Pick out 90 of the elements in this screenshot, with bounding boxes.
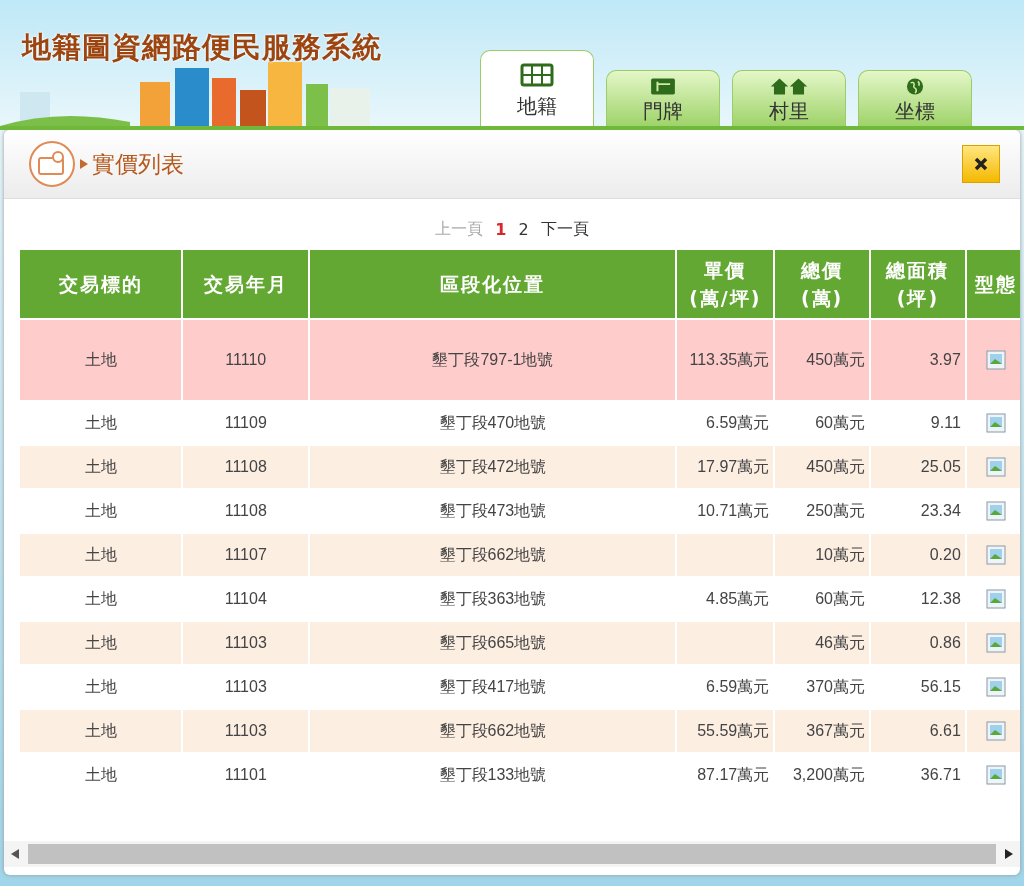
table-cell: 12.38 [920,590,961,607]
site-title: 地籍圖資網路便民服務系統 [22,29,383,66]
table-cell: 土地 [84,721,117,739]
table-cell: 墾丁段363地號 [439,589,547,607]
table-cell: 墾丁段662地號 [439,721,547,739]
table-cell: 6.61 [929,722,961,739]
table-cell: 450萬元 [806,350,865,368]
table-cell: 9.11 [930,414,961,431]
nav-tab[interactable]: 坐標 [858,70,972,126]
nav-tab[interactable]: 地籍 [480,50,594,126]
table-cell: 11108 [224,502,267,519]
table-cell: 11103 [224,722,267,739]
table-cell: 土地 [84,677,117,695]
table-cell: 11103 [224,634,267,651]
table-cell: 11109 [224,414,267,431]
table-cell: 11101 [224,766,267,783]
image-icon[interactable] [986,457,1007,477]
image-icon[interactable] [986,545,1007,565]
table-cell: 土地 [84,501,117,519]
table-cell: 60萬元 [815,413,865,431]
column-header: 區段化位置 [309,249,677,319]
image-icon[interactable] [986,413,1007,433]
table-cell: 60萬元 [815,589,865,607]
table-cell: 土地 [84,765,117,783]
triangle-icon [80,159,88,169]
table-cell: 11103 [224,678,267,695]
table-cell: 10.71萬元 [697,501,770,519]
table-cell: 36.71 [920,766,961,783]
table-cell: 11108 [224,458,267,475]
table-cell: 土地 [84,413,117,431]
table-cell: 55.59萬元 [697,721,770,739]
table-cell: 土地 [84,350,117,368]
table-cell: 11104 [224,590,267,607]
close-icon [974,157,988,171]
table-cell: 墾丁段133地號 [439,765,547,783]
table-cell: 土地 [84,589,117,607]
column-header: 交易年月 [182,249,310,319]
nav-tab[interactable]: 村里 [732,70,846,126]
page-link[interactable]: 2 [518,219,529,240]
table-cell: 17.97萬元 [697,457,770,475]
nav-tab[interactable]: 門牌 [606,70,720,126]
table-cell: 250萬元 [806,501,865,519]
scrollbar-thumb[interactable] [28,844,996,864]
table-cell: 0.86 [929,634,961,651]
column-header: 型態 [965,249,1020,319]
table-cell: 3,200萬元 [792,765,865,783]
table-cell: 墾丁段417地號 [439,677,547,695]
table-cell: 87.17萬元 [697,765,770,783]
table-cell: 6.59萬元 [706,677,770,695]
table-cell: 56.15 [920,678,961,695]
table-cell: 土地 [84,457,117,475]
table-cell: 墾丁段473地號 [439,501,547,519]
table-cell: 土地 [84,545,117,563]
table-cell: 113.35萬元 [689,350,770,368]
table-cell: 0.20 [929,546,961,563]
image-icon[interactable] [986,589,1007,609]
table-cell: 6.59萬元 [706,413,770,431]
table-cell: 4.85萬元 [706,589,770,607]
table-cell: 3.97 [929,351,961,368]
table-cell: 450萬元 [806,457,865,475]
document-search-icon [28,140,76,188]
column-header: 總價 (萬) [774,249,870,319]
table-cell: 370萬元 [806,677,865,695]
table-cell: 墾丁段470地號 [439,413,547,431]
table-cell: 土地 [84,633,117,651]
dialog-title: 實價列表 [92,149,185,179]
image-icon[interactable] [986,501,1007,521]
column-header: 總面積 (坪) [870,249,966,319]
table-cell: 10萬元 [815,545,865,563]
image-icon[interactable] [986,721,1007,741]
table-cell: 墾丁段797-1地號 [432,350,554,368]
table-cell: 46萬元 [815,633,865,651]
column-header: 單價 (萬/坪) [676,249,775,319]
image-icon[interactable] [986,677,1007,697]
next-page-link[interactable]: 下一頁 [540,219,589,240]
image-icon[interactable] [986,633,1007,653]
table-cell: 25.05 [920,458,961,475]
map-icon [520,63,554,87]
table-cell: 367萬元 [806,721,865,739]
page-link[interactable]: 1 [495,219,507,240]
image-icon[interactable] [986,350,1007,370]
table-cell: 23.34 [920,502,961,519]
table-cell: 墾丁段665地號 [439,633,547,651]
table-cell: 11107 [224,546,267,563]
image-icon[interactable] [986,765,1007,785]
table-cell: 11110 [225,351,267,368]
close-button[interactable] [962,145,1000,183]
column-header: 交易標的 [19,249,183,319]
table-cell: 墾丁段662地號 [439,545,547,563]
table-cell: 墾丁段472地號 [439,457,547,475]
